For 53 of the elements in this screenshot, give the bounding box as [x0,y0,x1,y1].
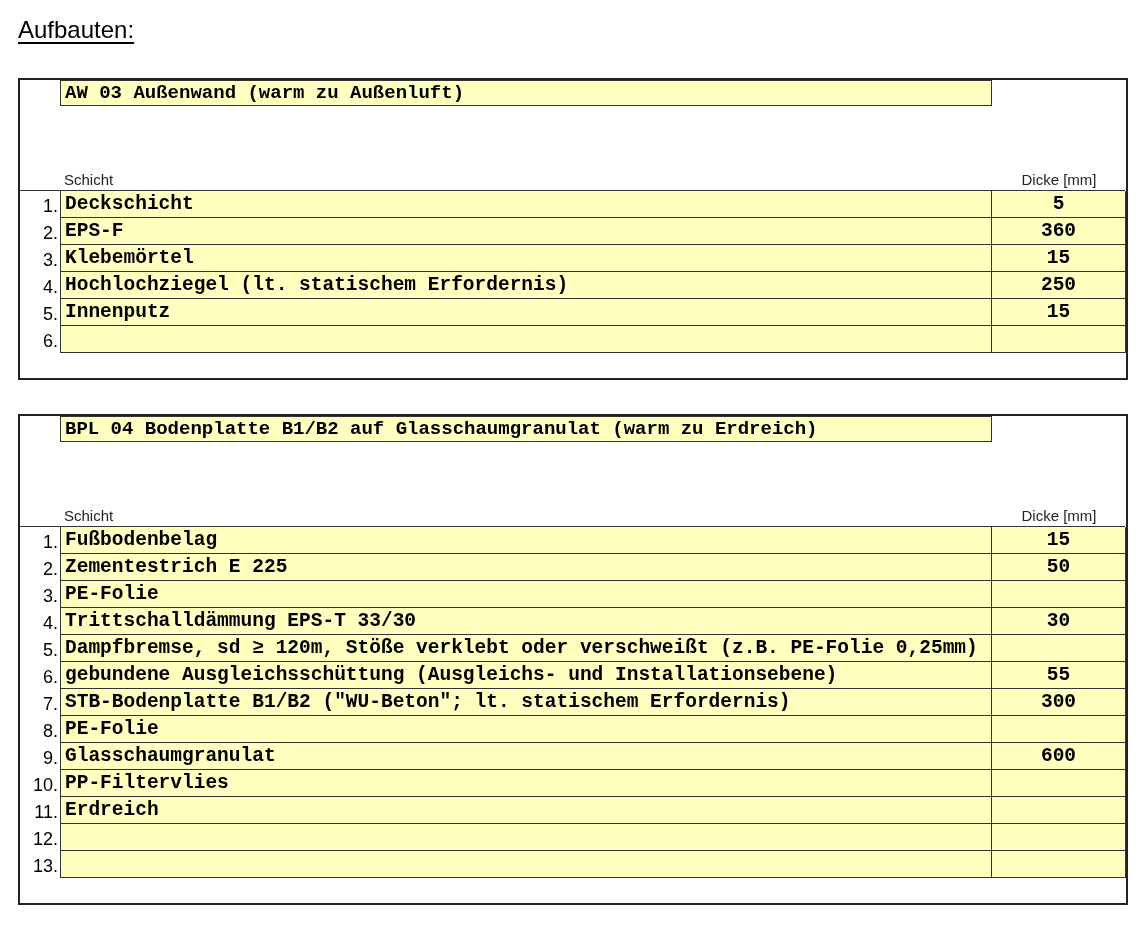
layer-cell: PE-Folie [60,581,992,608]
row-number: 8. [43,720,58,742]
construction-title: AW 03 Außenwand (warm zu Außenluft) [60,80,992,106]
row-number: 7. [43,693,58,715]
layer-cell: Innenputz [60,299,992,326]
row-number: 3. [43,585,58,607]
row-number: 12. [32,828,58,850]
row-number: 2. [43,558,58,580]
layer-cell: STB-Bodenplatte B1/B2 ("WU-Beton"; lt. statischem Erfordernis) [60,689,992,716]
thickness-cell: 55 [992,662,1126,689]
layer-cell: Dampfbremse, sd ≥ 120m, Stöße verklebt oder verschweißt (z.B. PE-Folie 0,25mm) [60,635,992,662]
row-number: 13. [32,855,58,877]
thickness-cell: 15 [992,299,1126,326]
thickness-cell: 30 [992,608,1126,635]
row-number: 10. [32,774,58,796]
column-header: Dicke [mm] [1021,506,1097,526]
row-number: 4. [43,276,58,298]
construction-title: BPL 04 Bodenplatte B1/B2 auf Glasschaumgranulat (warm zu Erdreich) [60,416,992,442]
layer-cell: PP-Filtervlies [60,770,992,797]
row-number: 9. [43,747,58,769]
row-number: 6. [43,330,58,352]
layer-cell: Trittschalldämmung EPS-T 33/30 [60,608,992,635]
layer-cell: Glasschaumgranulat [60,743,992,770]
column-header: Schicht [63,170,114,190]
layer-cell: gebundene Ausgleichsschüttung (Ausgleichs- und Installationsebene) [60,662,992,689]
layer-cell: Klebemörtel [60,245,992,272]
row-number: 5. [43,639,58,661]
layer-cell: Deckschicht [60,191,992,218]
layer-cell: Erdreich [60,797,992,824]
row-number: 4. [43,612,58,634]
layer-cell: PE-Folie [60,716,992,743]
thickness-cell: 5 [992,191,1126,218]
layer-cell: Hochlochziegel (lt. statischem Erfordernis) [60,272,992,299]
column-header: Dicke [mm] [1021,170,1097,190]
thickness-cell: 15 [992,527,1126,554]
thickness-cell: 600 [992,743,1126,770]
layer-cell: EPS-F [60,218,992,245]
row-number: 2. [43,222,58,244]
thickness-cell: 250 [992,272,1126,299]
row-number: 3. [43,249,58,271]
thickness-cell: 300 [992,689,1126,716]
layer-cell: Fußbodenbelag [60,527,992,554]
thickness-cell: 15 [992,245,1126,272]
row-number: 1. [43,195,58,217]
row-number: 11. [34,801,58,823]
row-number: 1. [43,531,58,553]
column-header: Schicht [63,506,114,526]
thickness-cell: 50 [992,554,1126,581]
thickness-cell: 360 [992,218,1126,245]
layer-cell: Zementestrich E 225 [60,554,992,581]
page-heading: Aufbauten: [18,15,135,45]
row-number: 5. [43,303,58,325]
row-number: 6. [43,666,58,688]
